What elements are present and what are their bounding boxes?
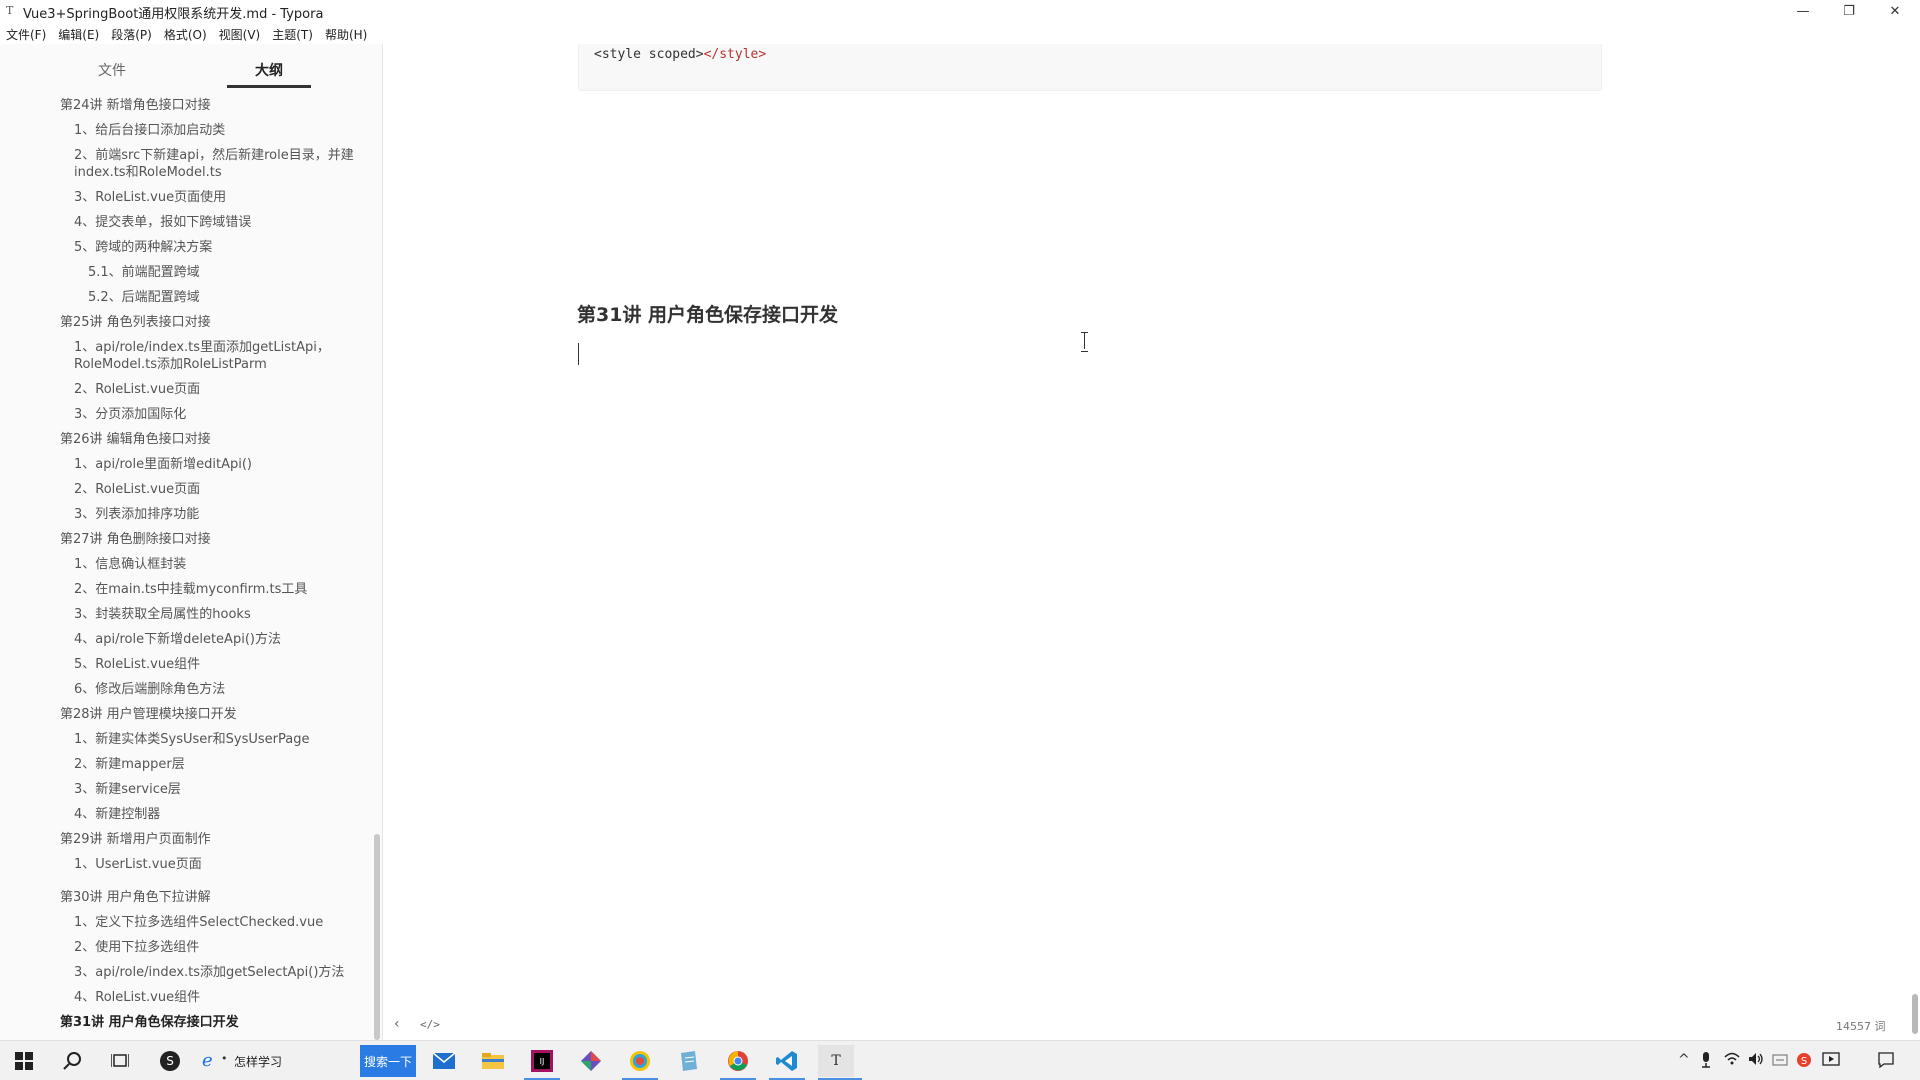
outline-item[interactable]: 3、列表添加排序功能 (74, 506, 199, 523)
ie-icon[interactable]: e (202, 1050, 213, 1071)
outline-item[interactable]: 3、api/role/index.ts添加getSelectApi()方法 (74, 964, 344, 981)
outline-item[interactable]: 3、新建service层 (74, 781, 181, 798)
toggle-sidebar-icon[interactable]: ‹ (394, 1016, 400, 1032)
close-button[interactable]: ✕ (1872, 0, 1918, 22)
ime-icon[interactable] (1772, 1052, 1788, 1072)
outline-item[interactable]: 4、新建控制器 (74, 806, 160, 823)
taskbar-search-text[interactable]: 怎样学习 (234, 1053, 282, 1070)
outline-item[interactable]: 3、RoleList.vue页面使用 (74, 189, 226, 206)
outline-item[interactable]: 第25讲 角色列表接口对接 (60, 314, 211, 331)
menu-view[interactable]: 视图(V) (219, 24, 267, 44)
sogou-icon[interactable]: S (158, 1049, 182, 1073)
code-open-tag: <style scoped> (594, 47, 704, 62)
media-play-icon[interactable] (1822, 1052, 1840, 1070)
word-count[interactable]: 14557 词 (1836, 1018, 1886, 1034)
menu-bar: 文件(F) 编辑(E) 段落(P) 格式(O) 视图(V) 主题(T) 帮助(H… (0, 24, 379, 44)
title-bar: T Vue3+SpringBoot通用权限系统开发.md - Typora — … (0, 0, 1920, 22)
search-icon[interactable] (60, 1049, 84, 1073)
menu-help[interactable]: 帮助(H) (325, 24, 373, 44)
active-tab-indicator (227, 85, 311, 88)
outline-item[interactable]: 1、UserList.vue页面 (74, 856, 202, 873)
vscode-icon[interactable] (775, 1049, 799, 1073)
notepad-icon[interactable] (677, 1049, 701, 1073)
outline-item[interactable]: 1、信息确认框封装 (74, 556, 186, 573)
outline-item[interactable]: 4、提交表单，报如下跨域错误 (74, 214, 251, 231)
text-caret (578, 343, 579, 365)
chrome-icon[interactable] (726, 1049, 750, 1073)
tab-files[interactable]: 文件 (70, 60, 154, 80)
browser-icon[interactable] (628, 1049, 652, 1073)
typora-taskbar-icon[interactable]: T (818, 1045, 854, 1077)
window-title: Vue3+SpringBoot通用权限系统开发.md - Typora (23, 7, 324, 22)
menu-file[interactable]: 文件(F) (6, 24, 52, 44)
outline-item[interactable]: 5、跨域的两种解决方案 (74, 239, 212, 256)
outline-item[interactable]: 1、给后台接口添加启动类 (74, 122, 225, 139)
outline-item[interactable]: 6、修改后端删除角色方法 (74, 681, 225, 698)
chevron-up-icon[interactable]: ^ (1678, 1052, 1690, 1068)
mail-icon[interactable] (432, 1049, 456, 1073)
tab-outline[interactable]: 大纲 (227, 60, 311, 80)
svg-text:S: S (1801, 1056, 1807, 1067)
notification-icon[interactable] (1878, 1052, 1894, 1072)
app-icon-multicolor[interactable] (579, 1049, 603, 1073)
network-icon[interactable] (1724, 1052, 1740, 1070)
code-block[interactable]: <style scoped></style> (578, 44, 1602, 91)
outline-item[interactable]: 第27讲 角色删除接口对接 (60, 531, 211, 548)
sidebar: 文件 大纲 第24讲 新增角色接口对接 1、给后台接口添加启动类 2、前端src… (0, 44, 383, 1040)
sogou-input-icon[interactable]: S (1796, 1052, 1812, 1072)
menu-format[interactable]: 格式(O) (164, 24, 213, 44)
taskbar-search-button[interactable]: 搜索一下 (360, 1045, 416, 1077)
minimize-button[interactable]: — (1780, 0, 1826, 22)
taskbar: S e • 怎样学习 搜索一下 IJ T ^ S (0, 1040, 1920, 1080)
dropdown-dot-icon: • (221, 1052, 228, 1065)
outline-item[interactable]: 1、api/role/index.ts里面添加getListApi，RoleMo… (74, 339, 364, 373)
outline-item[interactable]: 第28讲 用户管理模块接口开发 (60, 706, 237, 723)
outline-item[interactable]: 5.1、前端配置跨域 (88, 264, 200, 281)
typora-app-icon: T (6, 4, 14, 17)
outline-item[interactable]: 2、RoleList.vue页面 (74, 481, 200, 498)
outline-item[interactable]: 第30讲 用户角色下拉讲解 (60, 889, 211, 906)
sidebar-scrollbar[interactable] (374, 834, 380, 1040)
svg-text:S: S (166, 1054, 174, 1068)
microphone-icon[interactable] (1700, 1052, 1712, 1072)
outline-item[interactable]: 1、新建实体类SysUser和SysUserPage (74, 731, 309, 748)
svg-text:IJ: IJ (540, 1057, 545, 1066)
outline-item[interactable]: 3、封装获取全局属性的hooks (74, 606, 251, 623)
outline-item[interactable]: 2、新建mapper层 (74, 756, 185, 773)
outline-item[interactable]: 2、在main.ts中挂载myconfirm.ts工具 (74, 581, 307, 598)
windows-start-icon[interactable] (12, 1049, 36, 1073)
outline-item[interactable]: 2、RoleList.vue页面 (74, 381, 200, 398)
maximize-button[interactable]: ❐ (1826, 0, 1872, 22)
menu-theme[interactable]: 主题(T) (272, 24, 319, 44)
typora-t-icon: T (831, 1053, 841, 1069)
outline-item[interactable]: 第29讲 新增用户页面制作 (60, 831, 211, 848)
task-view-icon[interactable] (108, 1049, 132, 1073)
code-close-tag: </style> (703, 47, 767, 62)
outline-item[interactable]: 2、使用下拉多选组件 (74, 939, 199, 956)
editor-scrollbar[interactable] (1912, 994, 1918, 1034)
outline-item[interactable]: 第24讲 新增角色接口对接 (60, 97, 211, 114)
outline-item[interactable]: 1、定义下拉多选组件SelectChecked.vue (74, 914, 323, 931)
file-explorer-icon[interactable] (481, 1049, 505, 1073)
outline-item[interactable]: 4、api/role下新增deleteApi()方法 (74, 631, 281, 648)
source-mode-icon[interactable]: </> (420, 1018, 440, 1031)
outline-item[interactable]: 第26讲 编辑角色接口对接 (60, 431, 211, 448)
outline-item-active[interactable]: 第31讲 用户角色保存接口开发 (60, 1014, 239, 1031)
menu-edit[interactable]: 编辑(E) (58, 24, 105, 44)
outline-item[interactable]: 5、RoleList.vue组件 (74, 656, 200, 673)
outline-item[interactable]: 1、api/role里面新增editApi() (74, 456, 252, 473)
intellij-icon[interactable]: IJ (530, 1049, 554, 1073)
outline-item[interactable]: 4、RoleList.vue组件 (74, 989, 200, 1006)
menu-paragraph[interactable]: 段落(P) (111, 24, 158, 44)
editor-area[interactable]: <style scoped></style> 第31讲 用户角色保存接口开发 (384, 44, 1920, 1040)
outline-item[interactable]: 2、前端src下新建api，然后新建role目录，并建index.ts和Role… (74, 147, 364, 181)
outline-item[interactable]: 5.2、后端配置跨域 (88, 289, 200, 306)
code-line: <style scoped></style> (594, 47, 766, 62)
outline-item[interactable]: 3、分页添加国际化 (74, 406, 186, 423)
document-heading[interactable]: 第31讲 用户角色保存接口开发 (577, 300, 838, 327)
sidebar-tabs: 文件 大纲 (0, 44, 383, 88)
ibeam-cursor-icon (1079, 332, 1091, 352)
volume-icon[interactable] (1748, 1052, 1764, 1070)
